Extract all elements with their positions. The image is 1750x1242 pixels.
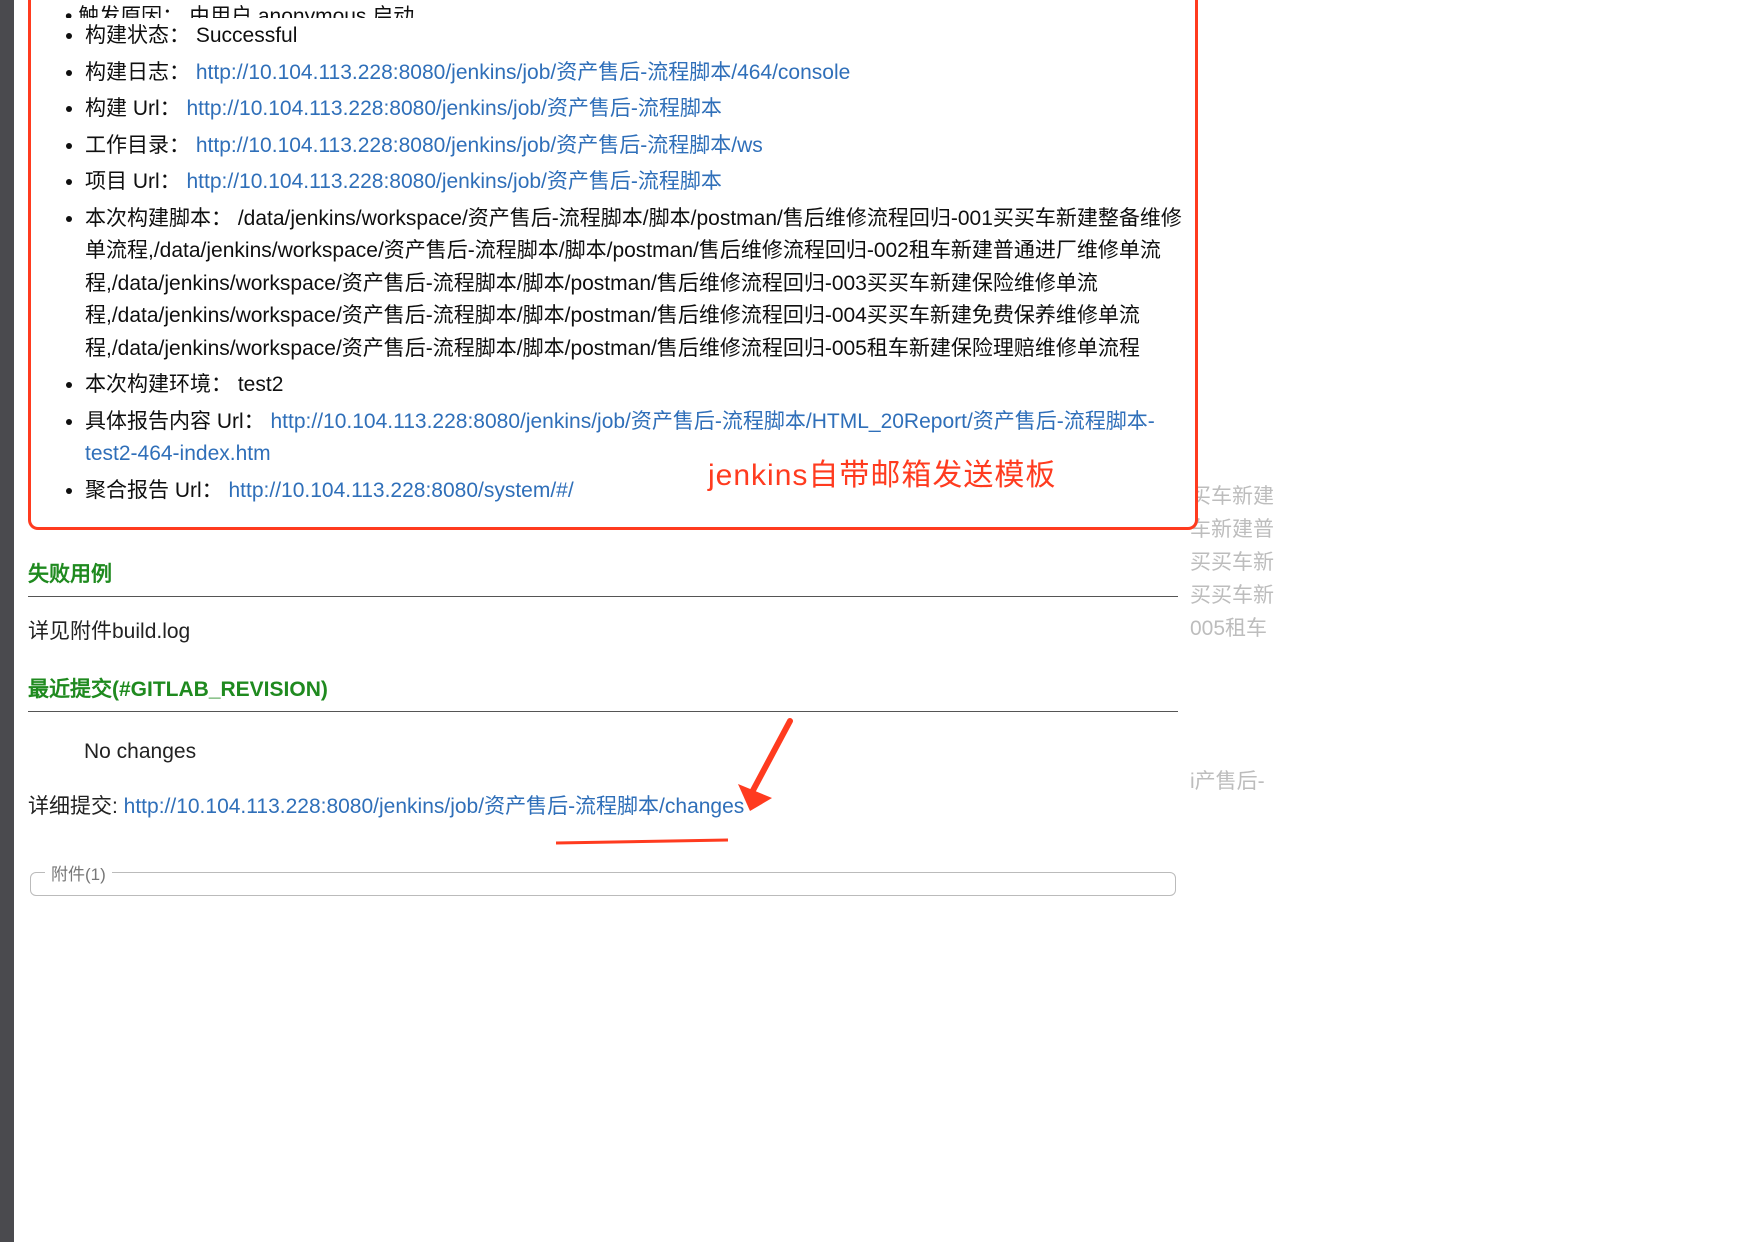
ghost-line: 买车新建 bbox=[1190, 480, 1750, 513]
ghost-line: 车新建普 bbox=[1190, 513, 1750, 546]
build-info-item: 项目 Url： http://10.104.113.228:8080/jenki… bbox=[85, 164, 1187, 201]
item-label: 具体报告内容 Url： bbox=[85, 410, 271, 433]
divider bbox=[28, 596, 1178, 597]
build-info-item: 本次构建环境： test2 bbox=[85, 367, 1187, 404]
section-failed-cases: 失败用例 bbox=[28, 558, 1178, 588]
build-info-item: 本次构建脚本： /data/jenkins/workspace/资产售后-流程脚… bbox=[85, 201, 1187, 368]
item-label: 构建状态： bbox=[85, 24, 196, 47]
item-label: 项目 Url： bbox=[85, 170, 187, 193]
item-label: 工作目录： bbox=[85, 134, 196, 157]
item-value: test2 bbox=[238, 373, 284, 396]
see-attachment-text: 详见附件build.log bbox=[28, 615, 1178, 645]
divider bbox=[28, 711, 1178, 712]
build-info-item: 工作目录： http://10.104.113.228:8080/jenkins… bbox=[85, 128, 1187, 165]
ghost-line: 005租车 bbox=[1190, 612, 1750, 645]
item-link[interactable]: http://10.104.113.228:8080/system/#/ bbox=[229, 479, 574, 502]
item-link[interactable]: http://10.104.113.228:8080/jenkins/job/资… bbox=[187, 97, 722, 120]
detail-commit-link[interactable]: http://10.104.113.228:8080/jenkins/job/资… bbox=[124, 795, 745, 818]
item-label: 本次构建脚本： bbox=[85, 207, 238, 230]
ghost-line: 买买车新 bbox=[1190, 579, 1750, 612]
item-label: 本次构建环境： bbox=[85, 373, 238, 396]
annotation-text: jenkins自带邮箱发送模板 bbox=[708, 450, 1056, 494]
item-link[interactable]: http://10.104.113.228:8080/jenkins/job/资… bbox=[196, 134, 763, 157]
ghost-line: i产售后- bbox=[1190, 765, 1750, 798]
item-value: /data/jenkins/workspace/资产售后-流程脚本/脚本/pos… bbox=[85, 207, 1182, 360]
build-info-item: 构建日志： http://10.104.113.228:8080/jenkins… bbox=[85, 55, 1187, 92]
attachments-legend: 附件(1) bbox=[45, 860, 112, 885]
window-gutter bbox=[0, 0, 14, 1242]
build-info-item: 构建 Url： http://10.104.113.228:8080/jenki… bbox=[85, 91, 1187, 128]
build-info-list: 构建状态： Successful构建日志： http://10.104.113.… bbox=[39, 18, 1187, 509]
item-link[interactable]: http://10.104.113.228:8080/jenkins/job/资… bbox=[196, 61, 850, 84]
section-recent-commits: 最近提交(#GITLAB_REVISION) bbox=[28, 673, 1178, 703]
item-label: 构建日志： bbox=[85, 61, 196, 84]
cutoff-first-line: 触发原因： 由用户 anonymous 启动 bbox=[39, 0, 1187, 18]
item-link[interactable]: http://10.104.113.228:8080/jenkins/job/资… bbox=[187, 170, 722, 193]
background-peek: 买车新建 车新建普 买买车新 买买车新 005租车 i产售后- bbox=[1190, 0, 1750, 798]
detail-commit-label: 详细提交: bbox=[28, 795, 124, 818]
ghost-line: 买买车新 bbox=[1190, 546, 1750, 579]
item-value: Successful bbox=[196, 24, 298, 47]
no-changes-text: No changes bbox=[28, 740, 1178, 764]
item-label: 聚合报告 Url： bbox=[85, 479, 229, 502]
item-label: 构建 Url： bbox=[85, 97, 187, 120]
attachments-box: 附件(1) bbox=[30, 860, 1176, 896]
detail-commit-line: 详细提交: http://10.104.113.228:8080/jenkins… bbox=[28, 790, 1178, 820]
build-info-item: 构建状态： Successful bbox=[85, 18, 1187, 55]
